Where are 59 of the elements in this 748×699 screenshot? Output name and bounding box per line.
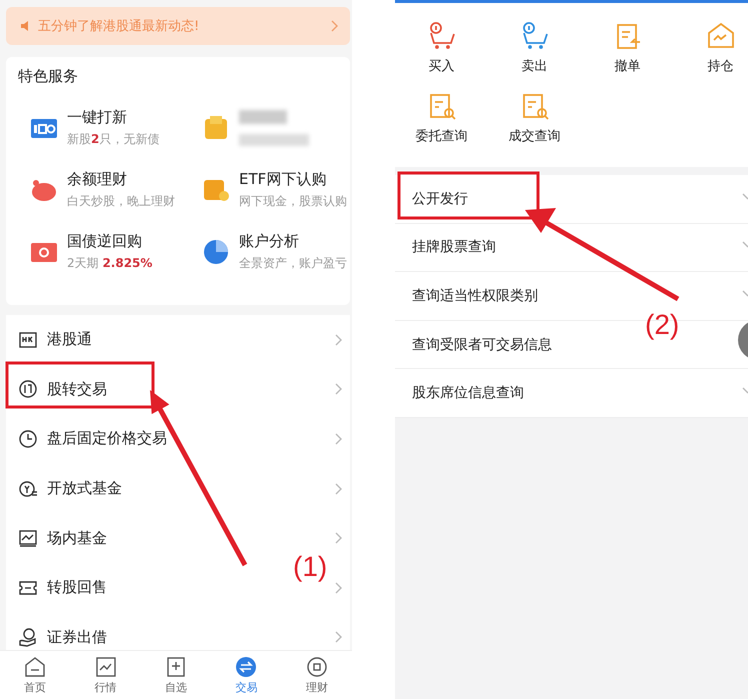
service-title[interactable]: 国债逆回购 [67,232,152,251]
step-label: (1) [293,551,328,583]
menu-item[interactable]: 查询受限者可交易信息 [412,336,552,354]
action-button[interactable]: 持仓 [674,21,748,75]
service-subtitle: 全景资产，账户盈亏 [239,255,347,272]
action-button[interactable]: 成交查询 [488,91,581,145]
coin-stack-icon [18,478,38,499]
menu-item[interactable]: 股东席位信息查询 [412,384,524,402]
blurred-title [239,110,287,124]
section-title: 特色服务 [18,67,79,86]
service-title[interactable]: 余额理财 [67,170,175,189]
menu-item[interactable]: 证券出借 [18,627,325,648]
menu-item[interactable]: 查询适当性权限类别 [412,286,538,305]
chart-icon [18,528,38,548]
action-button[interactable]: 卖出 [488,21,581,75]
plus-icon [165,656,188,678]
swap-icon [235,656,258,678]
service-title[interactable]: 账户分析 [239,232,347,251]
hk-icon [18,330,38,350]
service-subtitle: 2天期 2.825% [67,255,152,272]
circle-icon [306,656,328,678]
menu-item[interactable]: 挂牌股票查询 [412,238,496,256]
chevron-icon [334,482,342,495]
coin-icon[interactable] [202,114,230,142]
chevron-icon [330,20,338,32]
circle-glyph-icon [18,379,38,400]
menu-item[interactable]: 盘后固定价格交易 [18,428,325,449]
chevron-icon [334,582,342,594]
menu-item[interactable]: 场内基金 [18,528,325,548]
tab[interactable]: 理财 [282,651,352,699]
action-button[interactable]: 撤单 [581,21,674,75]
chevron-icon [334,532,342,544]
chart-icon [94,656,117,678]
menu-item[interactable]: 股转交易 [18,379,325,400]
tab[interactable]: 交易 [211,651,282,699]
menu-item[interactable]: 港股通 [18,330,325,350]
service-subtitle: 白天炒股，晚上理财 [67,193,175,210]
chevron-icon [334,334,342,346]
step-label: (2) [645,309,680,341]
action-button[interactable]: 委托查询 [395,91,488,145]
clock-icon [18,428,38,449]
house-chart-icon [706,21,736,51]
action-button[interactable]: 买入 [395,21,488,75]
blurred-subtitle [239,134,309,146]
chevron-icon [334,383,342,396]
menu-item[interactable]: 开放式基金 [18,478,325,499]
tab[interactable]: 自选 [140,651,212,699]
service-subtitle: 新股2只，无新债 [67,131,160,148]
service-title[interactable]: 一键打新 [67,108,160,127]
tab[interactable]: 首页 [0,651,70,699]
service-title[interactable]: ETF网下认购 [239,170,347,189]
service-subtitle: 网下现金，股票认购 [239,193,347,210]
menu-item[interactable]: 公开发行 [412,190,468,208]
pie-chart-icon[interactable] [202,238,230,266]
hand-coin-icon [18,627,38,648]
tab[interactable]: 行情 [70,651,141,699]
chevron-icon [334,631,342,644]
home-icon [24,656,46,678]
chevron-icon [334,432,342,445]
